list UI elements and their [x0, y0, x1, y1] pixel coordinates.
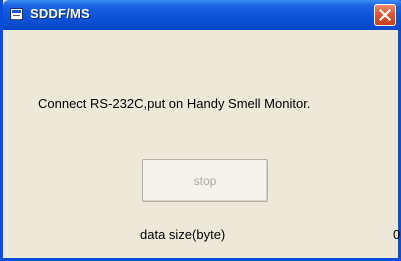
title-bar[interactable]: SDDF/MS: [3, 0, 401, 30]
window-app-icon[interactable]: [10, 8, 23, 20]
window-title: SDDF/MS: [30, 6, 90, 21]
data-size-value: 0: [393, 227, 401, 242]
stop-button[interactable]: stop: [142, 159, 268, 202]
close-icon: [379, 9, 391, 21]
data-size-label: data size(byte): [140, 227, 226, 242]
app-window: SDDF/MS Connect RS-232C,put on Handy Sme…: [0, 0, 401, 261]
close-button[interactable]: [374, 4, 396, 26]
connection-instruction-text: Connect RS-232C,put on Handy Smell Monit…: [38, 96, 311, 111]
